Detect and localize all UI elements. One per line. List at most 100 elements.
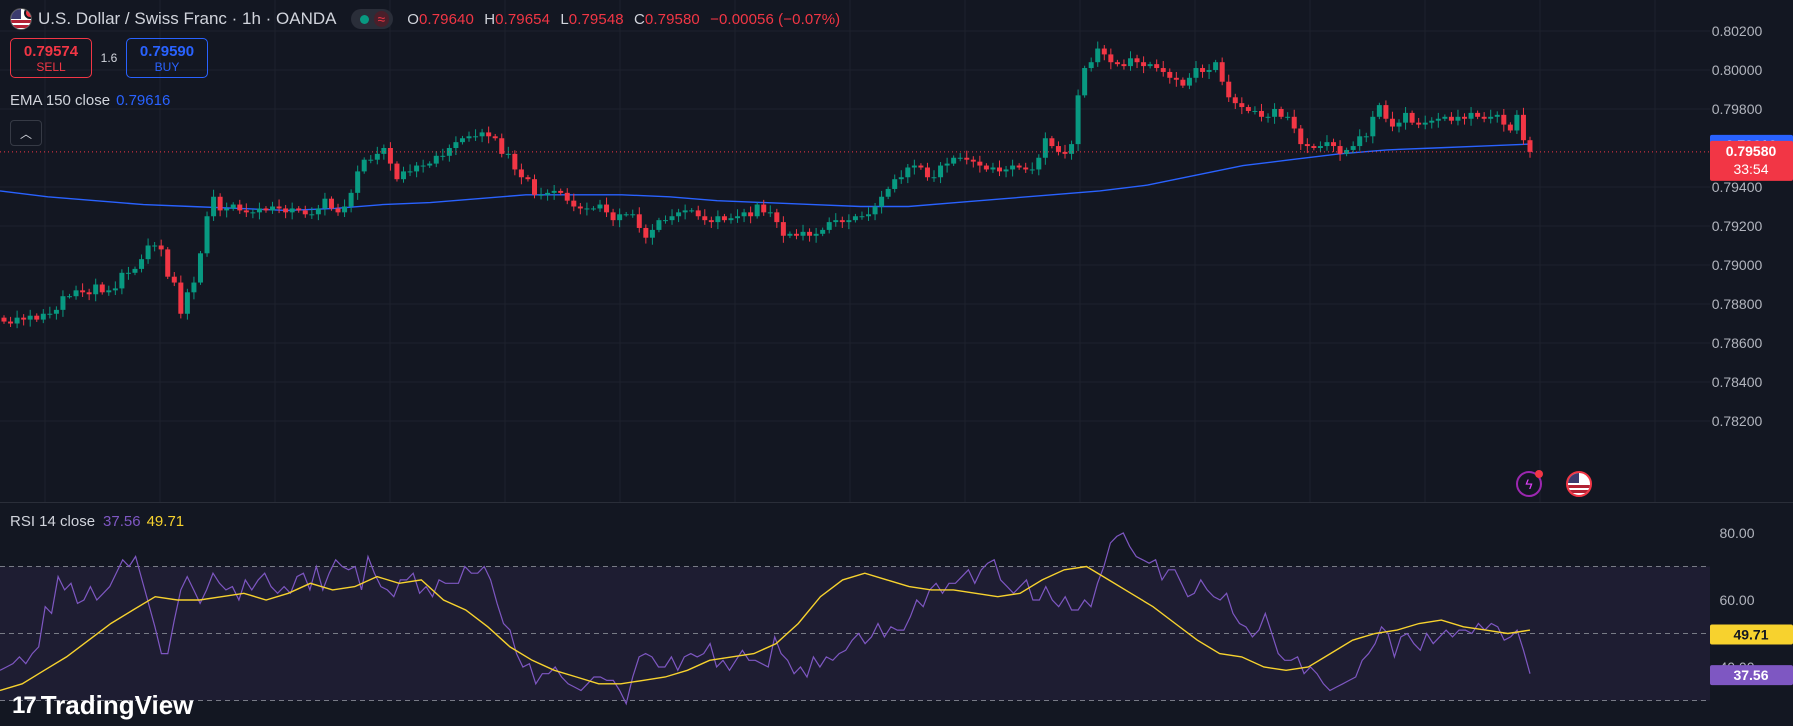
candle-body xyxy=(1258,110,1264,117)
candle-body xyxy=(21,317,27,320)
us-flag-icon[interactable] xyxy=(1566,471,1592,497)
candle-body xyxy=(944,163,950,166)
tradingview-logo[interactable]: 17 TradingView xyxy=(12,690,193,721)
collapse-legend-button[interactable]: ︿ xyxy=(10,120,42,146)
candle-body xyxy=(551,190,557,193)
candle-body xyxy=(459,138,465,143)
candle-body xyxy=(427,163,433,166)
price-chart[interactable]: 0.80200 0.80000 0.79800 0.79400 0.79200 0.790… xyxy=(0,0,1793,502)
candle-body xyxy=(1370,116,1376,137)
buy-button[interactable]: 0.79590 BUY xyxy=(126,38,208,78)
candle-body xyxy=(1200,68,1206,72)
candle-body xyxy=(872,206,878,215)
candle-body xyxy=(407,171,413,173)
candle-body xyxy=(1101,48,1107,55)
candle-body xyxy=(617,214,623,221)
ema-line xyxy=(0,143,1531,212)
candle-body xyxy=(780,222,786,236)
price-grid xyxy=(0,0,1710,502)
candle-body xyxy=(466,136,472,139)
candle-body xyxy=(86,292,92,295)
candle-body xyxy=(1075,95,1081,145)
candle-body xyxy=(263,208,269,211)
candle-body xyxy=(1507,124,1513,131)
candle-body xyxy=(1167,71,1173,78)
candle-body xyxy=(322,198,328,209)
candle-body xyxy=(708,220,714,223)
symbol-title[interactable]: U.S. Dollar / Swiss Franc · 1h · OANDA xyxy=(38,9,337,29)
candle-body xyxy=(898,177,904,180)
candle-body xyxy=(8,321,14,324)
candle-body xyxy=(767,212,773,214)
candle-body xyxy=(662,220,668,222)
sell-button[interactable]: 0.79574 SELL xyxy=(10,38,92,78)
candle-body xyxy=(112,288,118,291)
candle-body xyxy=(505,153,511,155)
candle-body xyxy=(1173,77,1179,80)
rsi-chart[interactable]: 80.0060.0040.0049.7137.56 xyxy=(0,503,1793,726)
candle-body xyxy=(931,177,937,179)
ema-legend[interactable]: EMA 150 close 0.79616 xyxy=(10,92,170,109)
candle-body xyxy=(1010,165,1016,170)
chevron-up-icon: ︿ xyxy=(19,126,32,141)
candle-body xyxy=(748,212,754,217)
candle-body xyxy=(335,208,341,213)
candle-body xyxy=(1285,116,1291,118)
candle-body xyxy=(243,210,249,213)
candle-body xyxy=(106,290,112,293)
candle-body xyxy=(184,292,190,314)
candle-body xyxy=(1232,97,1238,104)
candle-body xyxy=(735,216,741,219)
price-tick-label: 0.79200 xyxy=(1712,218,1763,234)
candle-body xyxy=(368,159,374,161)
price-tick-label: 0.80200 xyxy=(1712,23,1763,39)
candle-body xyxy=(977,161,983,166)
candle-body xyxy=(859,216,865,218)
ema-150-line xyxy=(0,143,1531,212)
rsi-tick-label: 60.00 xyxy=(1719,592,1754,608)
symbol-legend[interactable]: U.S. Dollar / Swiss Franc · 1h · OANDA ≈… xyxy=(10,8,846,30)
candle-body xyxy=(139,259,145,269)
candle-body xyxy=(754,204,760,217)
tradingview-mark-icon: 17 xyxy=(12,691,37,719)
last-price-badge-text: 0.79580 xyxy=(1726,143,1777,159)
candle-body xyxy=(270,206,276,211)
data-delay-icon: ≈ xyxy=(373,11,390,27)
candle-body xyxy=(1147,64,1153,67)
candle-body xyxy=(1416,122,1422,125)
candle-body xyxy=(1213,62,1219,70)
rsi-axis[interactable]: 80.0060.0040.0049.7137.56 xyxy=(1710,525,1793,686)
candle-body xyxy=(1,317,7,322)
candle-body xyxy=(178,282,184,314)
candle-body xyxy=(230,204,236,209)
candle-body xyxy=(1403,112,1409,123)
candle-body xyxy=(125,272,131,274)
market-status[interactable]: ≈ xyxy=(350,9,394,29)
price-tick-label: 0.79400 xyxy=(1712,179,1763,195)
candle-body xyxy=(728,218,734,221)
rsi-legend[interactable]: RSI 14 close 37.56 49.71 xyxy=(10,513,184,530)
candle-body xyxy=(80,290,86,293)
candle-body xyxy=(787,233,793,236)
candle-body xyxy=(604,204,610,213)
rsi-band xyxy=(0,566,1710,701)
candle-body xyxy=(852,216,858,221)
candle-body xyxy=(60,296,66,310)
candle-body xyxy=(866,214,872,217)
candle-body xyxy=(315,208,321,215)
candle-body xyxy=(1527,140,1533,152)
price-axis[interactable]: 0.80200 0.80000 0.79800 0.79400 0.79200 0.790… xyxy=(1710,23,1793,429)
rsi-tick-label: 80.00 xyxy=(1719,525,1754,541)
candle-body xyxy=(1127,58,1133,67)
candle-body xyxy=(1376,105,1382,117)
candle-body xyxy=(584,208,590,210)
flash-icon[interactable]: ϟ xyxy=(1516,470,1543,497)
candle-body xyxy=(1442,116,1448,119)
candle-body xyxy=(669,216,675,221)
candle-body xyxy=(636,214,642,228)
candle-body xyxy=(564,192,570,201)
candle-body xyxy=(1108,54,1114,63)
candle-body xyxy=(381,148,387,154)
candle-body xyxy=(1265,116,1271,118)
candle-body xyxy=(715,216,721,223)
